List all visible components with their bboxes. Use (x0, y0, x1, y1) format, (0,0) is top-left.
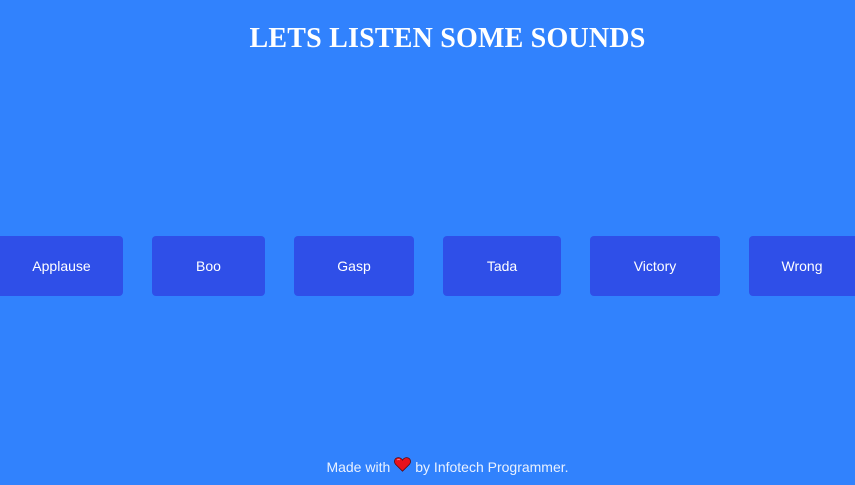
applause-button-label: Applause (32, 258, 91, 274)
gasp-button-label: Gasp (337, 258, 371, 274)
tada-button-label: Tada (486, 258, 518, 274)
sound-button-row: Applause Boo Gasp Tada Victory Wrong (0, 236, 855, 296)
footer-suffix: by Infotech Programmer. (415, 459, 569, 475)
gasp-button[interactable]: Gasp (294, 236, 414, 296)
page-title: LETS LISTEN SOME SOUNDS (249, 23, 646, 54)
boo-button-label: Boo (196, 258, 221, 274)
applause-button[interactable]: Applause (0, 236, 123, 296)
wrong-button[interactable]: Wrong (749, 236, 855, 296)
tada-button[interactable]: Tada (443, 236, 561, 296)
footer-prefix: Made with (326, 459, 391, 475)
victory-button[interactable]: Victory (590, 236, 720, 296)
victory-button-label: Victory (633, 258, 677, 274)
footer-credit: Made with by Infotech Programmer. (0, 457, 855, 478)
boo-button[interactable]: Boo (152, 236, 265, 296)
heart-icon (394, 457, 412, 476)
wrong-button-label: Wrong (781, 258, 823, 274)
